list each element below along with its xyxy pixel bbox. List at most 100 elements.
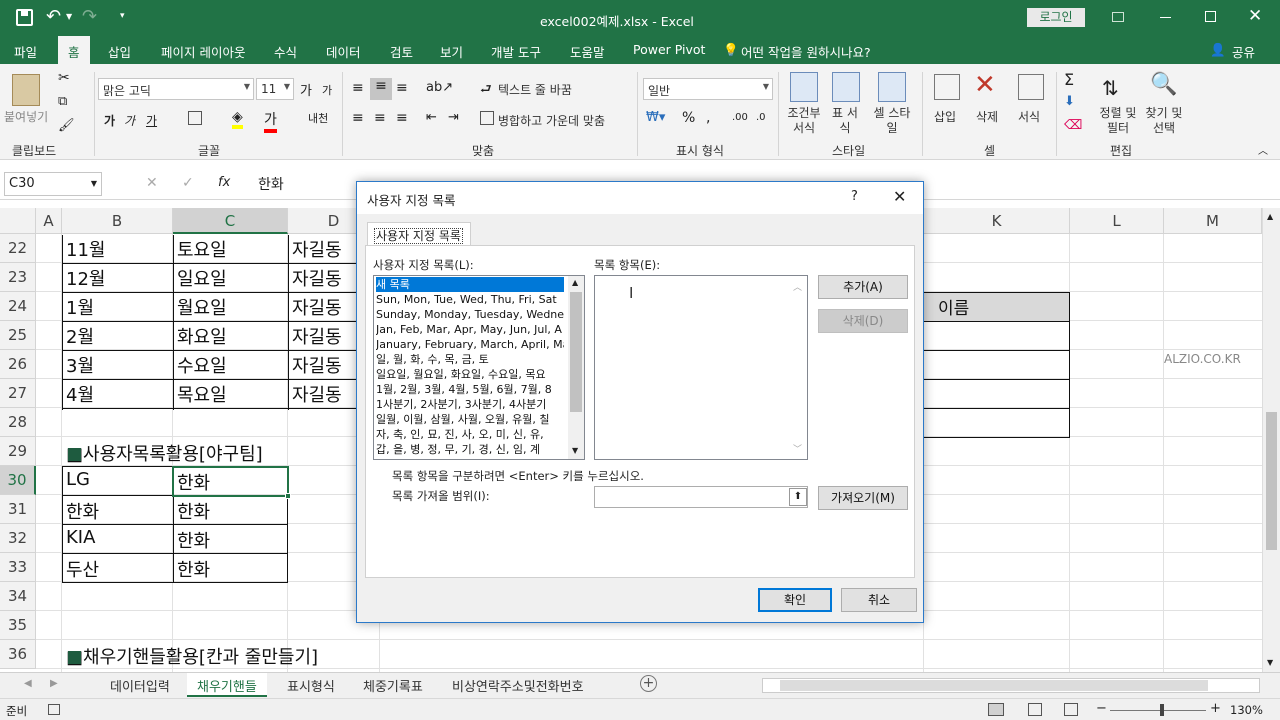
row-header-32[interactable]: 32 — [0, 524, 36, 553]
list-item[interactable]: 자, 축, 인, 묘, 진, 사, 오, 미, 신, 유, — [376, 427, 564, 442]
cell-b24[interactable]: 1월 — [62, 294, 94, 320]
col-header-c[interactable]: C — [173, 208, 288, 234]
cell-d26[interactable]: 자길동 — [288, 352, 342, 378]
align-bottom-icon[interactable]: ≡ — [396, 80, 408, 96]
import-range-input[interactable]: ⬆ — [594, 486, 808, 508]
cell-b29[interactable]: ■사용자목록활용[야구팀] — [62, 440, 263, 466]
row-header-33[interactable]: 33 — [0, 553, 36, 582]
cell-d23[interactable]: 자길동 — [288, 265, 342, 291]
scroll-down-icon[interactable]: ▼ — [572, 446, 578, 455]
sort-filter-button[interactable]: 정렬 및 필터 — [1096, 106, 1140, 136]
row-header-26[interactable]: 26 — [0, 350, 36, 379]
decrease-decimal-icon[interactable]: .0 — [756, 112, 766, 123]
increase-decimal-icon[interactable]: .00 — [732, 112, 748, 123]
cut-icon[interactable]: ✂ — [58, 70, 70, 86]
wrap-text-icon[interactable]: ⮐ — [480, 80, 492, 102]
prev-sheet-icon[interactable]: ◀ — [24, 678, 32, 689]
add-button[interactable]: 추가(A) — [818, 275, 908, 299]
horizontal-scroll-thumb[interactable] — [780, 680, 1208, 691]
cell-c26[interactable]: 수요일 — [173, 352, 227, 378]
list-item-new[interactable]: 새 목록 — [376, 277, 564, 292]
sheet-tab-emergency-contacts[interactable]: 비상연락주소및전화번호 — [442, 673, 594, 697]
scroll-down-icon[interactable]: ▼ — [1267, 658, 1273, 667]
zoom-out-icon[interactable]: − — [1096, 701, 1107, 716]
delete-cells-button[interactable]: 삭제 — [976, 108, 998, 125]
list-item[interactable]: 1사분기, 2사분기, 3사분기, 4사분기 — [376, 397, 564, 412]
import-button[interactable]: 가져오기(M) — [818, 486, 908, 510]
row-header-29[interactable]: 29 — [0, 437, 36, 466]
scroll-up-icon[interactable]: ▲ — [572, 278, 578, 287]
font-color-icon[interactable]: 가 — [264, 109, 277, 133]
vertical-scrollbar[interactable]: ▲ ▼ — [1262, 208, 1280, 672]
align-center-icon[interactable]: ≡ — [374, 110, 386, 126]
col-header-b[interactable]: B — [62, 208, 173, 234]
tab-page-layout[interactable]: 페이지 레이아웃 — [161, 42, 245, 61]
cell-c22[interactable]: 토요일 — [173, 236, 227, 262]
formula-input[interactable]: 한화 — [258, 174, 284, 194]
customize-qat-icon[interactable]: ▾ — [120, 11, 125, 21]
sheet-tab-data-input[interactable]: 데이터입력 — [100, 673, 180, 697]
cancel-icon[interactable]: ✕ — [146, 175, 158, 191]
merge-icon[interactable] — [480, 111, 494, 125]
cell-d22[interactable]: 자길동 — [288, 236, 342, 262]
collapse-dialog-icon[interactable]: ⬆ — [789, 488, 807, 506]
zoom-slider-thumb[interactable] — [1160, 704, 1164, 716]
close-window-icon[interactable]: ✕ — [1248, 6, 1262, 26]
next-sheet-icon[interactable]: ▶ — [50, 678, 58, 689]
row-header-30[interactable]: 30 — [0, 466, 36, 495]
cell-d25[interactable]: 자길동 — [288, 323, 342, 349]
scroll-up-icon[interactable]: ▲ — [1267, 212, 1273, 221]
row-header-34[interactable]: 34 — [0, 582, 36, 611]
page-break-view-icon[interactable] — [1064, 703, 1078, 716]
align-middle-icon[interactable]: ≡ — [370, 78, 392, 100]
tab-file[interactable]: 파일 — [14, 42, 37, 61]
find-select-icon[interactable]: 🔍 — [1150, 72, 1177, 97]
tab-custom-lists[interactable]: 사용자 지정 목록 — [367, 222, 471, 246]
list-item[interactable]: 1월, 2월, 3월, 4월, 5월, 6월, 7월, 8 — [376, 382, 564, 397]
col-header-m[interactable]: M — [1164, 208, 1262, 234]
paste-icon[interactable] — [12, 74, 40, 106]
format-painter-icon[interactable]: 🖌 — [58, 118, 75, 133]
dialog-close-icon[interactable]: ✕ — [893, 187, 906, 206]
merge-center-button[interactable]: 병합하고 가운데 맞춤 — [498, 112, 605, 129]
row-header-27[interactable]: 27 — [0, 379, 36, 408]
italic-icon[interactable]: 가 — [124, 112, 135, 129]
accounting-icon[interactable]: ₩▾ — [646, 110, 665, 125]
minimize-icon[interactable] — [1160, 17, 1171, 18]
list-item[interactable]: 일요일, 월요일, 화요일, 수요일, 목요 — [376, 367, 564, 382]
cancel-button[interactable]: 취소 — [841, 588, 917, 612]
cell-c33[interactable]: 한화 — [173, 556, 210, 582]
col-header-a[interactable]: A — [36, 208, 62, 234]
zoom-level[interactable]: 130% — [1230, 703, 1263, 717]
row-header-23[interactable]: 23 — [0, 263, 36, 292]
find-select-button[interactable]: 찾기 및 선택 — [1142, 106, 1186, 136]
cell-d27[interactable]: 자길동 — [288, 381, 342, 407]
phonetic-icon[interactable]: 내천 — [308, 110, 328, 126]
zoom-slider[interactable] — [1110, 710, 1206, 711]
tab-review[interactable]: 검토 — [390, 42, 413, 61]
row-header-36[interactable]: 36 — [0, 640, 36, 669]
delete-cells-icon[interactable]: ✕ — [974, 70, 996, 100]
cell-b33[interactable]: 두산 — [62, 556, 99, 582]
custom-lists-listbox[interactable]: 새 목록 Sun, Mon, Tue, Wed, Thu, Fri, Sat Sun… — [373, 275, 585, 460]
format-table-button[interactable]: 표 서식 — [828, 106, 862, 136]
new-sheet-icon[interactable]: + — [640, 675, 657, 692]
col-header-k[interactable]: K — [924, 208, 1070, 234]
number-format-combo[interactable]: 일반 ▼ — [643, 78, 773, 100]
comma-icon[interactable]: , — [706, 110, 710, 126]
sort-filter-icon[interactable]: ⇅ — [1102, 76, 1119, 100]
increase-indent-icon[interactable]: ⇥ — [448, 110, 459, 125]
font-size-combo[interactable]: 11 ▼ — [256, 78, 294, 100]
insert-cells-button[interactable]: 삽입 — [934, 108, 956, 125]
enter-icon[interactable]: ✓ — [182, 175, 194, 191]
row-header-22[interactable]: 22 — [0, 234, 36, 263]
sheet-tab-display-format[interactable]: 표시형식 — [277, 673, 345, 697]
underline-icon[interactable]: 가 — [146, 112, 157, 129]
grow-font-icon[interactable]: 가 — [300, 80, 312, 99]
tab-insert[interactable]: 삽입 — [108, 42, 131, 61]
scroll-down-icon[interactable]: ﹀ — [793, 442, 802, 455]
sheet-tab-weight-log[interactable]: 체중기록표 — [353, 673, 433, 697]
cell-c27[interactable]: 목요일 — [173, 381, 227, 407]
collapse-ribbon-icon[interactable]: ︿ — [1258, 142, 1268, 157]
name-box[interactable]: C30 ▼ — [4, 172, 102, 196]
